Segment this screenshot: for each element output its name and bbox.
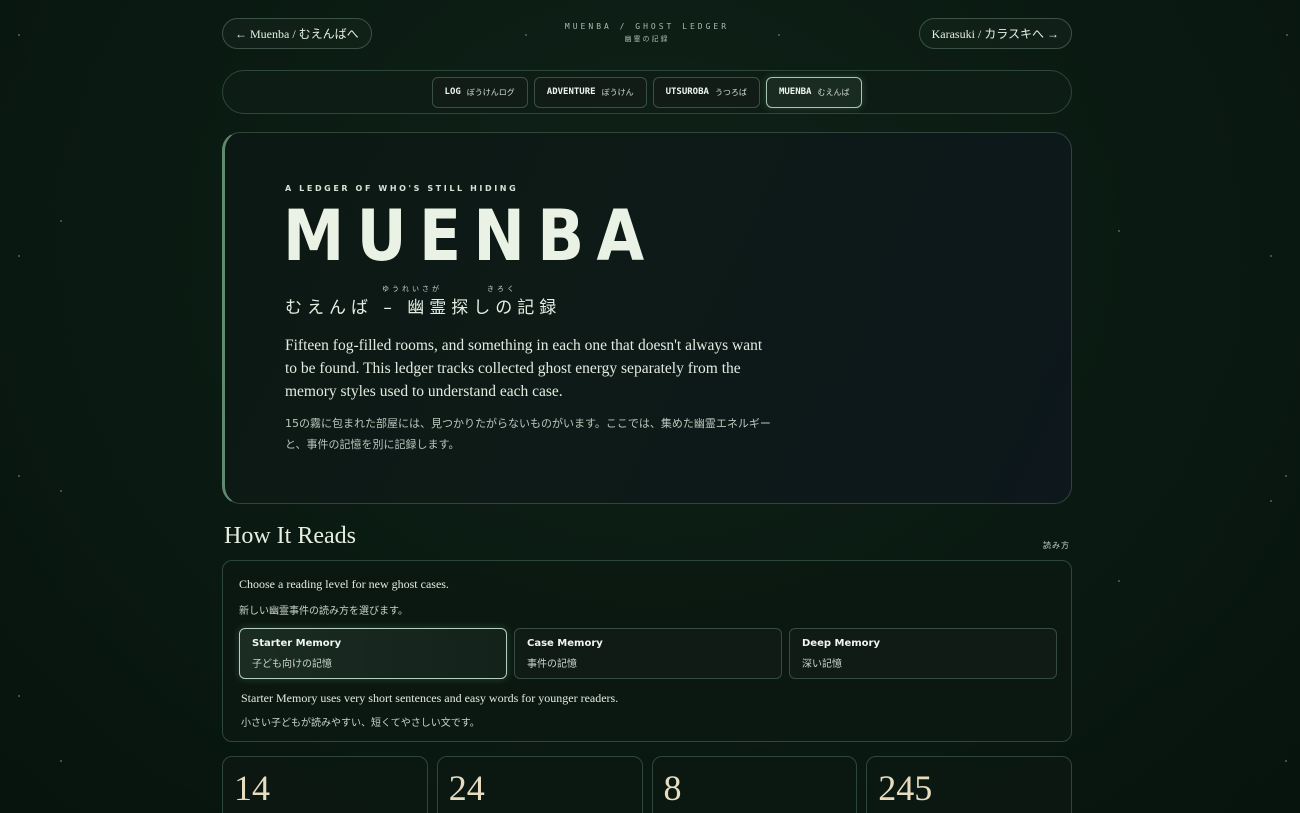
stat-card: 245 bbox=[866, 756, 1072, 813]
stats-row: 14 24 8 245 bbox=[222, 756, 1072, 813]
hero-eyebrow: A LEDGER OF WHO'S STILL HIDING bbox=[285, 184, 519, 193]
section-title: How It Reads bbox=[224, 523, 356, 549]
level-deep-memory[interactable]: Deep Memory 深い記憶 bbox=[789, 628, 1057, 679]
tab-utsuroba[interactable]: UTSUROBA うつろば bbox=[652, 76, 760, 108]
hero-title: MUENBA bbox=[283, 195, 657, 277]
hero-card: A LEDGER OF WHO'S STILL HIDING MUENBA ゆう… bbox=[222, 132, 1072, 504]
level-case-memory[interactable]: Case Memory 事件の記憶 bbox=[514, 628, 782, 679]
hero-description: Fifteen fog-filled rooms, and something … bbox=[285, 337, 763, 400]
selected-level-description-jp: 小さい子どもが読みやすい、短くてやさしい文です。 bbox=[241, 718, 480, 729]
stat-value: 245 bbox=[878, 768, 933, 808]
top-bar: ← Muenba / むえんばへ MUENBA / GHOST LEDGER 幽… bbox=[222, 18, 1072, 49]
level-name-jp: 深い記憶 bbox=[802, 659, 842, 670]
level-name: Case Memory bbox=[527, 638, 603, 649]
tab-label: UTSUROBA bbox=[665, 87, 709, 97]
tab-bar: LOG ぼうけんログ ADVENTURE ぼうけん UTSUROBA うつろば … bbox=[222, 70, 1072, 114]
level-name-jp: 事件の記憶 bbox=[527, 659, 577, 670]
tab-label: LOG bbox=[444, 87, 461, 97]
reads-intro-jp: 新しい幽霊事件の読み方を選びます。 bbox=[239, 606, 408, 617]
reading-level-panel: Choose a reading level for new ghost cas… bbox=[222, 560, 1072, 742]
stat-value: 14 bbox=[234, 768, 270, 808]
forward-link[interactable]: Karasuki / カラスキへ → bbox=[918, 18, 1072, 49]
selected-level-description: Starter Memory uses very short sentences… bbox=[241, 691, 619, 705]
section-title-jp: 読み方 bbox=[1043, 541, 1070, 550]
level-name: Starter Memory bbox=[252, 638, 342, 649]
hero-jp-title: むえんば – 幽霊探しの記録 bbox=[285, 298, 562, 318]
reads-intro: Choose a reading level for new ghost cas… bbox=[239, 577, 449, 591]
tab-muenba[interactable]: MUENBA むえんば bbox=[765, 76, 863, 108]
level-starter-memory[interactable]: Starter Memory 子ども向けの記憶 bbox=[239, 628, 507, 679]
tab-label-jp: ぼうけんログ bbox=[466, 87, 515, 97]
reading-level-options: Starter Memory 子ども向けの記憶 Case Memory 事件の記… bbox=[239, 628, 1057, 679]
stat-card: 8 bbox=[651, 756, 858, 813]
tab-log[interactable]: LOG ぼうけんログ bbox=[431, 76, 528, 108]
tab-label-jp: うつろば bbox=[714, 87, 747, 97]
stat-card: 24 bbox=[436, 756, 643, 813]
tab-adventure[interactable]: ADVENTURE ぼうけん bbox=[533, 76, 647, 108]
level-name-jp: 子ども向けの記憶 bbox=[252, 659, 332, 670]
tab-label-jp: むえんば bbox=[817, 87, 850, 97]
hero-description-jp: 15の霧に包まれた部屋には、見つかりたがらないものがいます。ここでは、集めた幽霊… bbox=[285, 417, 771, 451]
stat-card: 14 bbox=[222, 756, 428, 813]
tab-label: MUENBA bbox=[778, 87, 812, 97]
level-name: Deep Memory bbox=[802, 638, 880, 649]
tab-label: ADVENTURE bbox=[546, 87, 596, 97]
stat-value: 8 bbox=[663, 768, 682, 808]
tab-label-jp: ぼうけん bbox=[601, 87, 634, 97]
stat-value: 24 bbox=[448, 768, 485, 808]
